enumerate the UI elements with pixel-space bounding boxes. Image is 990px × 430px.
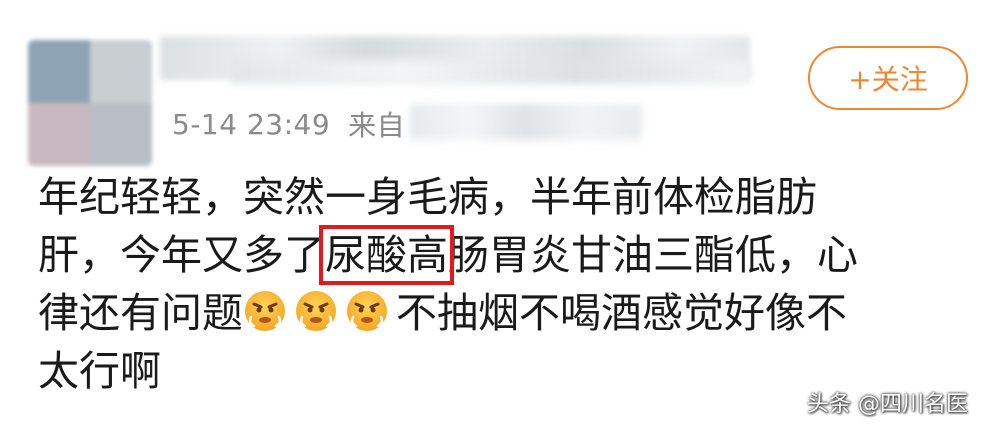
text-segment: 肠胃炎甘油三酯低，心 bbox=[448, 231, 858, 279]
text-segment: 肝，今年又多了 bbox=[38, 231, 325, 279]
watermark: 头条 @四川名医 bbox=[807, 392, 968, 417]
text-segment: 不抽烟不喝酒感觉好像不 bbox=[396, 289, 847, 337]
post-meta: 5-14 23:49 来自 bbox=[172, 104, 405, 144]
avatar[interactable] bbox=[28, 40, 152, 166]
post-timestamp: 5-14 23:49 bbox=[172, 107, 331, 141]
follow-button-label: +关注 bbox=[848, 63, 928, 96]
post-text-line: 律还有问题 不抽烟不喝酒感觉好像不 bbox=[38, 284, 928, 342]
angry-face-icon bbox=[296, 291, 336, 331]
post-text: 年纪轻轻，突然一身毛病，半年前体检脂肪 肝，今年又多了尿酸高肠胃炎甘油三酯低，心… bbox=[38, 168, 928, 400]
text-segment: 律还有问题 bbox=[38, 289, 243, 337]
post-source-blurred[interactable] bbox=[410, 104, 642, 140]
post-text-line: 年纪轻轻，突然一身毛病，半年前体检脂肪 bbox=[38, 173, 817, 221]
highlighted-text: 尿酸高 bbox=[319, 225, 454, 285]
username-blurred-shadow bbox=[230, 60, 750, 84]
post-text-line: 肝，今年又多了尿酸高肠胃炎甘油三酯低，心 bbox=[38, 225, 928, 285]
post-source-prefix: 来自 bbox=[348, 109, 406, 142]
angry-face-icon bbox=[245, 291, 285, 331]
post-text-line: 太行啊 bbox=[38, 347, 161, 395]
follow-button[interactable]: +关注 bbox=[808, 46, 968, 110]
angry-face-icon bbox=[347, 291, 387, 331]
